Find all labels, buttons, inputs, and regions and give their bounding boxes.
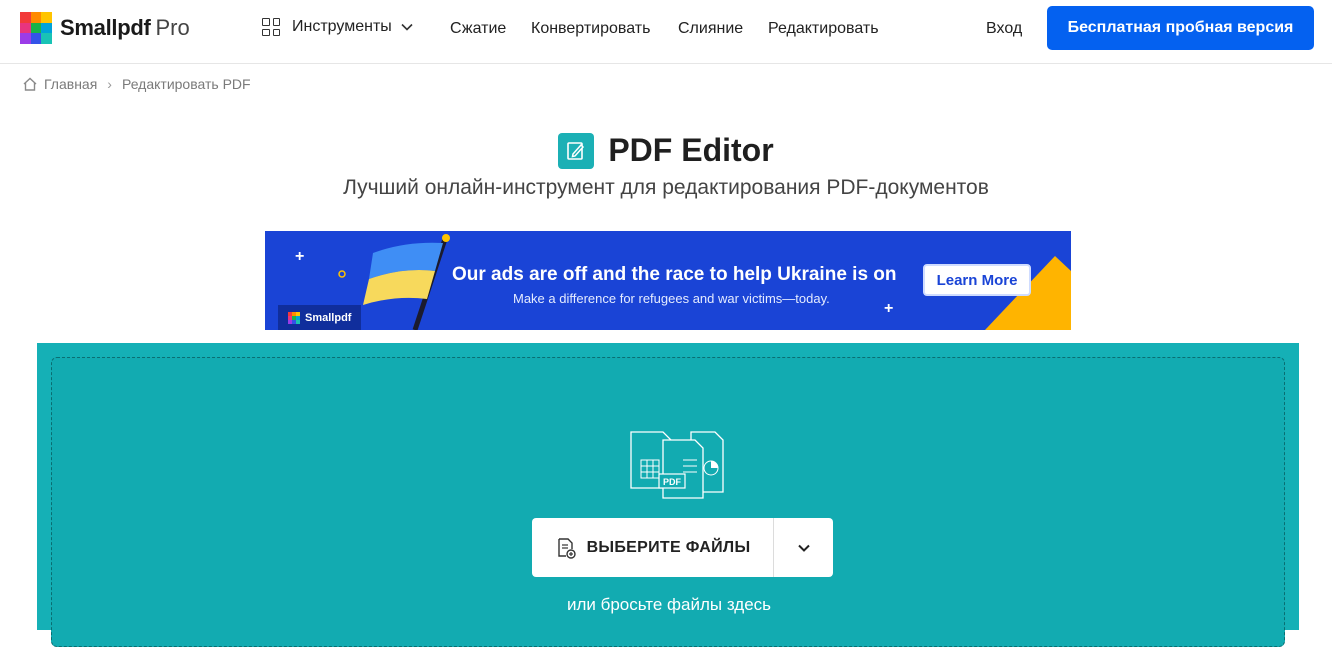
logo-suffix: Pro — [155, 15, 190, 40]
top-header: Smallpdf Pro Инструменты Сжатие Конверти… — [0, 0, 1332, 64]
choose-files-main[interactable]: ВЫБЕРИТЕ ФАЙЛЫ — [532, 518, 773, 577]
logo-mark-icon — [20, 12, 52, 44]
banner-headline: Our ads are off and the race to help Ukr… — [452, 264, 897, 285]
banner-sparkle-icon: + — [295, 248, 305, 265]
banner-badge-text: Smallpdf — [305, 311, 352, 324]
pdf-editor-icon — [558, 132, 595, 169]
add-file-icon — [557, 537, 576, 559]
free-trial-button[interactable]: Бесплатная пробная версия — [1047, 6, 1314, 50]
home-icon — [23, 77, 37, 91]
breadcrumb-separator: › — [107, 76, 112, 92]
drop-files-hint: или бросьте файлы здесь — [566, 595, 772, 614]
breadcrumb: Главная › Редактировать PDF — [22, 76, 251, 92]
page-heading: PDF Editor — [0, 132, 1332, 169]
logo-mark-icon — [288, 311, 300, 324]
page-subtitle: Лучший онлайн-инструмент для редактирова… — [343, 176, 989, 199]
file-dropzone[interactable]: PDF ВЫБЕРИТЕ ФАЙЛЫ или бросьте файлы зде… — [37, 343, 1299, 647]
choose-files-label: ВЫБЕРИТЕ ФАЙЛЫ — [586, 538, 751, 556]
login-link[interactable]: Вход — [986, 20, 1022, 38]
nav-link-convert[interactable]: Конвертировать — [531, 20, 650, 38]
breadcrumb-current: Редактировать PDF — [121, 76, 251, 92]
nav-link-compress[interactable]: Сжатие — [450, 20, 506, 38]
breadcrumb-home[interactable]: Главная — [44, 76, 97, 92]
chevron-down-icon — [797, 544, 810, 552]
tools-menu-label: Инструменты — [292, 18, 392, 35]
chevron-down-icon — [401, 23, 413, 31]
choose-source-dropdown[interactable] — [774, 518, 833, 577]
page-title: PDF Editor — [608, 132, 774, 168]
dropzone-dashed-area[interactable]: PDF ВЫБЕРИТЕ ФАЙЛЫ или бросьте файлы зде… — [51, 357, 1285, 647]
nav-link-edit[interactable]: Редактировать — [768, 20, 879, 38]
illustration-pdf-label: PDF — [663, 477, 682, 487]
ukraine-ad-banner[interactable]: + + Our ads are off and the race to help… — [265, 231, 1071, 330]
files-illustration-icon: PDF — [630, 431, 724, 499]
grid-icon — [262, 18, 280, 36]
choose-files-button[interactable]: ВЫБЕРИТЕ ФАЙЛЫ — [532, 518, 833, 577]
nav-link-merge[interactable]: Слияние — [678, 20, 743, 38]
banner-brand-badge: Smallpdf — [278, 305, 361, 330]
banner-sparkle-icon: + — [884, 300, 894, 317]
learn-more-button[interactable]: Learn More — [923, 264, 1031, 296]
logo[interactable]: Smallpdf Pro — [20, 12, 190, 44]
banner-subline: Make a difference for refugees and war v… — [513, 291, 830, 306]
logo-text: Smallpdf — [60, 15, 151, 40]
tools-menu-button[interactable]: Инструменты — [262, 18, 414, 36]
